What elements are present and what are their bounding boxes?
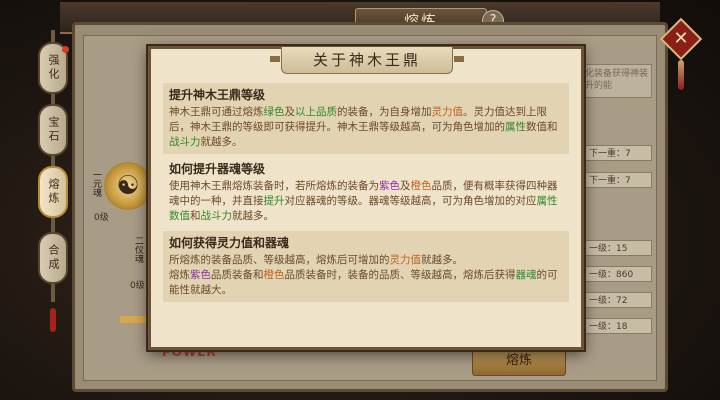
notification-dot [62,46,69,53]
section-text: 神木王鼎可通过熔炼绿色及以上品质的装备，为自身增加灵力值。灵力值达到上限后，神木… [169,105,563,150]
soul-level-2: 0级 [130,281,145,291]
level-row: 一级：15 [584,240,652,256]
popup-title: 关于神木王鼎 [270,47,464,74]
info-popup: 关于神木王鼎 提升神木王鼎等级 神木王鼎可通过熔炼绿色及以上品质的装备，为自身增… [148,46,584,350]
section-heading: 提升神木王鼎等级 [169,88,266,102]
highlight-text: 以上品质 [295,106,337,118]
tab-tassel-decoration [50,308,56,332]
close-tassel-decoration [678,60,684,90]
soul-label-2: 二仪魂 [133,236,143,263]
yinyang-icon[interactable]: ☯ [104,162,152,210]
info-section: 提升神木王鼎等级 神木王鼎可通过熔炼绿色及以上品质的装备，为自身增加灵力值。灵力… [163,83,569,154]
section-text: 使用神木王鼎熔炼装备时，若所熔炼的装备为紫色及橙色品质，便有概率获得四种器魂中的… [169,179,563,224]
highlight-text: 橙色 [410,180,432,192]
highlight-text: 绿色 [263,106,285,118]
highlight-text: 提升 [263,195,285,207]
level-row: 一级：72 [584,292,652,308]
body-text: 使用神木王鼎熔炼装备时，若所熔炼的装备为 [169,180,379,192]
tab-chain-decoration [51,284,55,302]
popup-body: 提升神木王鼎等级 神木王鼎可通过熔炼绿色及以上品质的装备，为自身增加灵力值。灵力… [163,83,569,339]
highlight-text: 战斗力 [200,210,233,222]
body-text: 和 [190,210,201,222]
highlight-text: 战斗力 [169,136,201,148]
body-text: 熔炼 [169,269,190,281]
info-section: 如何获得灵力值和器魂 所熔炼的装备品质、等级越高，熔炼后可增加的灵力值就越多。熔… [163,231,569,302]
next-level-field-2: 下一重：7 [584,172,652,188]
highlight-text: 灵力值 [389,254,422,266]
tab-synthesize[interactable]: 合成 [38,232,68,284]
smelt-button[interactable]: 熔炼 [472,346,566,376]
highlight-text: 器魂 [515,269,537,281]
body-text: 及 [284,106,296,118]
body-text: 的装备，为自身增加 [337,106,432,118]
body-text: 就越多。 [232,210,274,222]
soul-level-1: 0级 [94,213,109,223]
highlight-text: 属性 [505,121,526,133]
body-text: 数值和 [526,121,558,133]
body-text: 品质装备和 [211,269,264,281]
body-text: 品质装备时，装备的品质、等级越高，熔炼后获得 [284,269,516,281]
section-text: 所熔炼的装备品质、等级越高，熔炼后可增加的灵力值就越多。熔炼紫色品质装备和橙色品… [169,253,563,298]
level-row: 一级：18 [584,318,652,334]
highlight-text: 灵力值 [431,106,464,118]
smelt-description-note: 熔化装备获得神装提升的能 [572,64,652,98]
next-level-field-1: 下一重：7 [584,145,652,161]
level-row: 一级：860 [584,266,652,282]
highlight-text: 紫色 [379,180,400,192]
body-text: 对应器魂的等级。器魂等级越高，可为角色增加的对应 [284,195,537,207]
highlight-text: 紫色 [190,269,211,281]
soul-label-1: 一元魂 [91,170,101,197]
body-text: 神木王鼎可通过熔炼 [169,106,264,118]
body-text: 就越多。 [200,136,243,148]
section-heading: 如何获得灵力值和器魂 [169,236,290,250]
tab-gem[interactable]: 宝石 [38,104,68,156]
section-heading: 如何提升器魂等级 [169,162,266,176]
close-icon: ✕ [673,28,689,49]
body-text: 所熔炼的装备品质、等级越高，熔炼后可增加的 [169,254,390,266]
tab-smelt[interactable]: 熔炼 [38,166,68,218]
body-text: 及 [400,180,411,192]
highlight-text: 橙色 [263,269,285,281]
info-section: 如何提升器魂等级 使用神木王鼎熔炼装备时，若所熔炼的装备为紫色及橙色品质，便有概… [163,157,569,228]
body-text: 就越多。 [421,254,463,266]
